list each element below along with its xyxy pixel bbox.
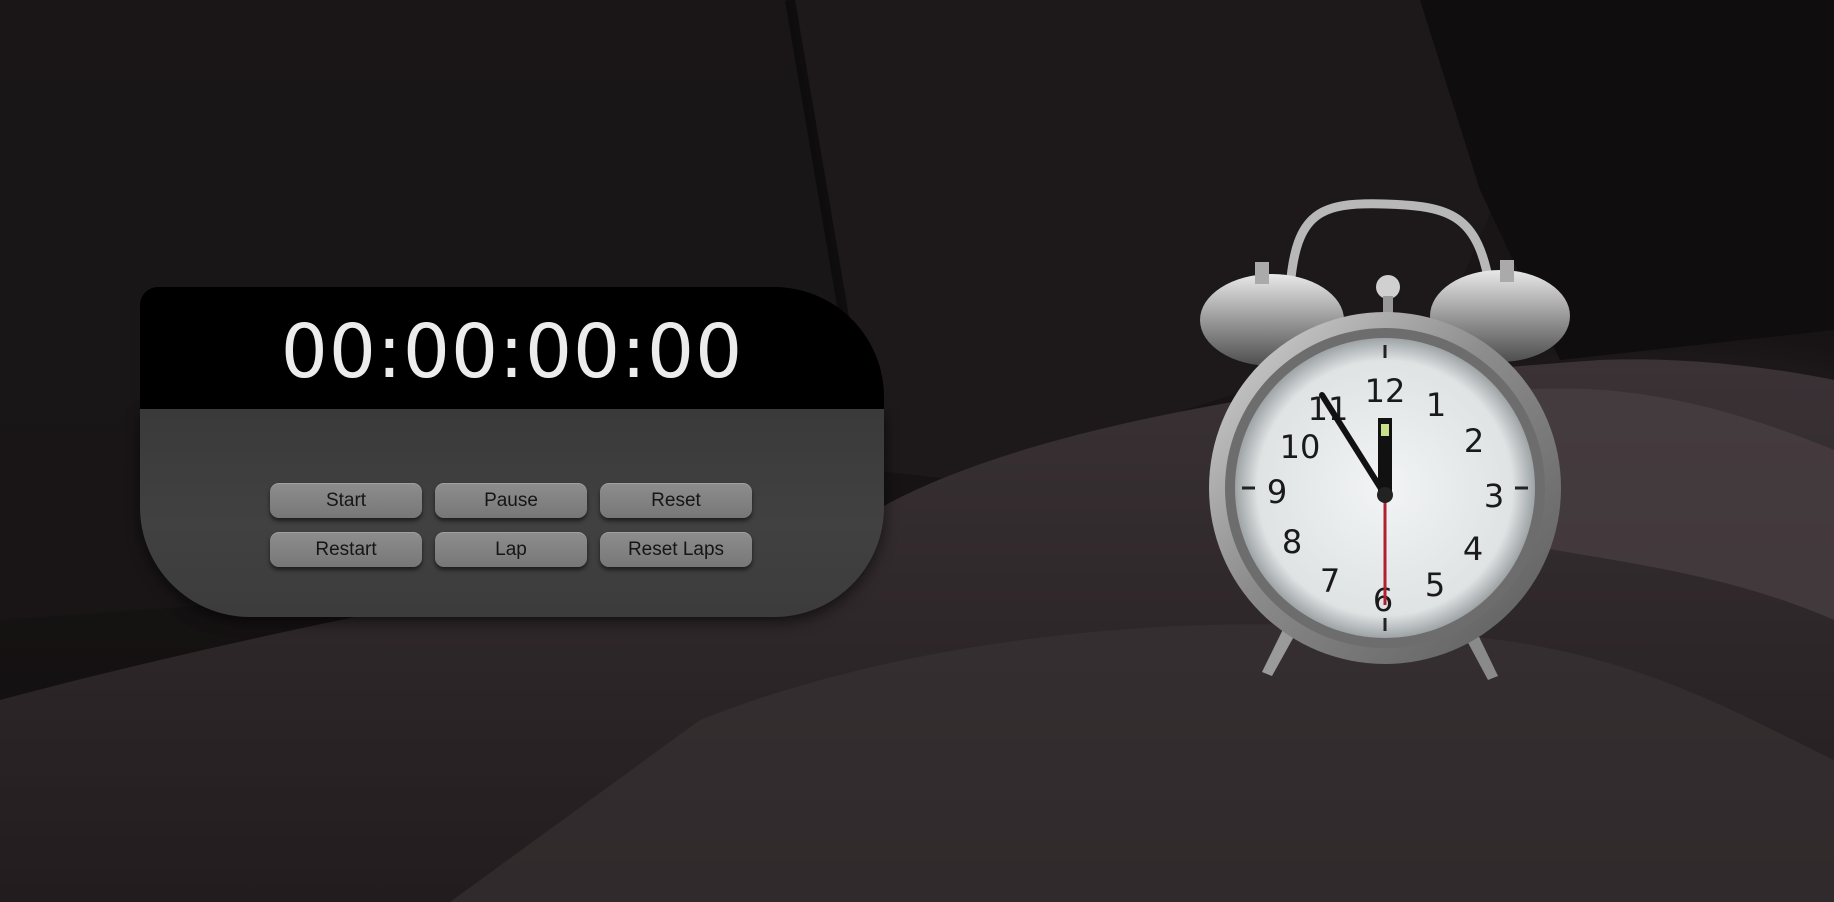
- svg-text:4: 4: [1463, 530, 1483, 568]
- button-grid: Start Pause Reset Restart Lap Reset Laps: [270, 483, 752, 567]
- reset-laps-button[interactable]: Reset Laps: [600, 532, 752, 567]
- svg-text:1: 1: [1426, 386, 1446, 424]
- restart-button[interactable]: Restart: [270, 532, 422, 567]
- time-display-bar: 00:00:00:00: [140, 287, 884, 409]
- svg-text:2: 2: [1464, 422, 1484, 460]
- start-button[interactable]: Start: [270, 483, 422, 518]
- lap-button[interactable]: Lap: [435, 532, 587, 567]
- clock-numeral-12: 12: [1365, 372, 1406, 410]
- svg-text:8: 8: [1282, 523, 1302, 561]
- stopwatch-panel: 00:00:00:00 Start Pause Reset Restart La…: [140, 287, 884, 617]
- reset-button[interactable]: Reset: [600, 483, 752, 518]
- pause-button[interactable]: Pause: [435, 483, 587, 518]
- svg-text:7: 7: [1320, 562, 1340, 600]
- svg-text:9: 9: [1267, 473, 1287, 511]
- svg-text:6: 6: [1373, 581, 1393, 619]
- time-display: 00:00:00:00: [280, 309, 744, 395]
- controls-area: Start Pause Reset Restart Lap Reset Laps: [140, 409, 884, 617]
- background-photo: 12 1 2 3 4 5 6 7 8 9 10 11 00:00:00:00 S…: [0, 0, 1834, 902]
- svg-text:10: 10: [1280, 428, 1321, 466]
- svg-text:3: 3: [1484, 477, 1504, 515]
- svg-text:5: 5: [1425, 566, 1445, 604]
